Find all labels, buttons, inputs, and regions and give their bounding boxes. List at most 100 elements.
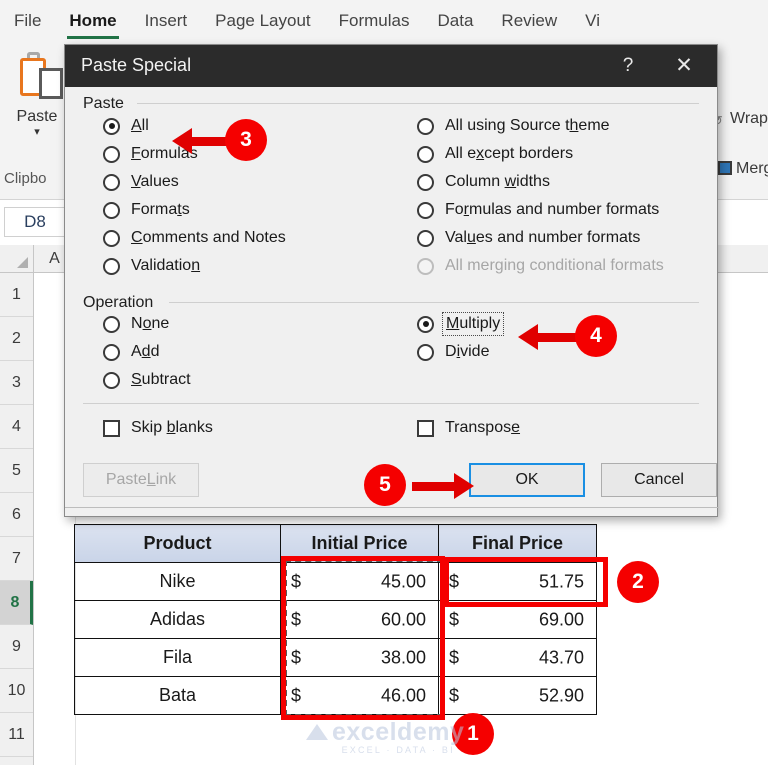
radio-option-values[interactable]: Values [103, 173, 179, 191]
checkbox-indicator [103, 419, 120, 437]
radio-indicator [103, 257, 120, 275]
ribbon-tab-bar: File Home Insert Page Layout Formulas Data Rev… [0, 0, 768, 42]
cell-product[interactable]: Fila [74, 638, 281, 677]
row-header-8[interactable]: 8 [0, 581, 33, 625]
annotation-badge-5: 5 [364, 464, 406, 506]
row-header-10[interactable]: 10 [0, 669, 33, 713]
clipboard-group-label: Clipbo [4, 170, 47, 187]
currency-symbol: $ [449, 685, 460, 705]
radio-option-label: Column widths [445, 173, 550, 190]
wrap-text-button[interactable]: ↺Wrap [712, 110, 768, 128]
clipboard-icon [8, 52, 66, 112]
radio-option-label: Values [131, 173, 179, 190]
paste-group-rule [137, 103, 699, 104]
annotation-badge-4: 4 [575, 315, 617, 357]
radio-option-formulas-and-number-formats[interactable]: Formulas and number formats [417, 201, 659, 219]
checkbox-label: Transpose [445, 419, 521, 436]
checkbox-transpose[interactable]: Transpose [417, 419, 520, 437]
radio-option-label: Divide [445, 343, 490, 360]
radio-indicator [417, 257, 434, 275]
help-icon[interactable]: ? [613, 53, 643, 79]
radio-option-divide[interactable]: Divide [417, 343, 489, 361]
ribbon-tab-home[interactable]: Home [55, 1, 130, 41]
ok-button[interactable]: OK [469, 463, 585, 497]
name-box[interactable]: D8 [4, 207, 66, 237]
radio-indicator [417, 229, 434, 247]
cell-final-price[interactable]: $52.90 [438, 676, 597, 715]
row-header-4[interactable]: 4 [0, 405, 33, 449]
radio-indicator [417, 117, 434, 135]
radio-indicator [103, 371, 120, 389]
ribbon-tab-insert[interactable]: Insert [131, 1, 202, 41]
row-header-9[interactable]: 9 [0, 625, 33, 669]
radio-indicator [103, 173, 120, 191]
radio-option-all-except-borders[interactable]: All except borders [417, 145, 573, 163]
paste-button[interactable]: Paste ▾ [8, 52, 66, 138]
merge-cells-label: Merg [736, 160, 768, 177]
row-header-column: 1 2 3 4 5 6 7 8 9 10 11 [0, 273, 34, 765]
operation-group-rule [169, 302, 699, 303]
ribbon-tab-formulas[interactable]: Formulas [325, 1, 424, 41]
annotation-arrow-5 [412, 473, 474, 499]
checkbox-section-rule [83, 403, 699, 404]
radio-option-label: Formulas and number formats [445, 201, 660, 218]
radio-indicator [103, 315, 120, 333]
radio-option-comments-and-notes[interactable]: Comments and Notes [103, 229, 286, 247]
select-all-corner-icon[interactable] [0, 245, 34, 273]
annotation-box-initial-price [281, 556, 445, 720]
row-header-7[interactable]: 7 [0, 537, 33, 581]
radio-option-label: Subtract [131, 371, 191, 388]
radio-indicator [103, 343, 120, 361]
annotation-box-final-price [444, 557, 608, 607]
radio-option-formats[interactable]: Formats [103, 201, 190, 219]
row-header-6[interactable]: 6 [0, 493, 33, 537]
dialog-titlebar: Paste Special ? ✕ [65, 45, 717, 87]
radio-option-add[interactable]: Add [103, 343, 159, 361]
ribbon-tab-file[interactable]: File [0, 1, 55, 41]
row-header-1[interactable]: 1 [0, 273, 33, 317]
ribbon-tab-page-layout[interactable]: Page Layout [201, 1, 324, 41]
ribbon-tab-review[interactable]: Review [487, 1, 571, 41]
row-header-11[interactable]: 11 [0, 713, 33, 757]
cancel-button[interactable]: Cancel [601, 463, 717, 497]
radio-option-column-widths[interactable]: Column widths [417, 173, 550, 191]
radio-indicator [103, 117, 120, 135]
checkbox-skip-blanks[interactable]: Skip blanks [103, 419, 213, 437]
radio-option-all-using-source-theme[interactable]: All using Source theme [417, 117, 610, 135]
cell-product[interactable]: Nike [74, 562, 281, 601]
radio-indicator [417, 201, 434, 219]
paste-special-dialog: Paste Special ? ✕ Paste All Formulas Value… [64, 44, 719, 517]
row-header-5[interactable]: 5 [0, 449, 33, 493]
radio-option-none[interactable]: None [103, 315, 169, 333]
radio-indicator [103, 201, 120, 219]
radio-option-validation[interactable]: Validation [103, 257, 200, 275]
ribbon-tab-data[interactable]: Data [424, 1, 488, 41]
button-section-rule [65, 507, 719, 508]
row-header-3[interactable]: 3 [0, 361, 33, 405]
radio-option-label: All except borders [445, 145, 574, 162]
radio-option-subtract[interactable]: Subtract [103, 371, 191, 389]
radio-indicator [417, 315, 434, 333]
radio-option-label: None [131, 315, 170, 332]
radio-option-multiply[interactable]: Multiply [417, 312, 505, 336]
radio-option-all[interactable]: All [103, 117, 149, 135]
radio-indicator [417, 145, 434, 163]
radio-option-label: All using Source theme [445, 117, 610, 134]
cell-product[interactable]: Bata [74, 676, 281, 715]
close-icon[interactable]: ✕ [669, 53, 699, 79]
radio-option-label: Comments and Notes [131, 229, 286, 246]
chevron-down-icon[interactable]: ▾ [8, 126, 66, 138]
radio-indicator [103, 145, 120, 163]
radio-option-label: All merging conditional formats [445, 257, 664, 274]
merge-cells-button[interactable]: Merg [718, 160, 768, 178]
dialog-body: Paste All Formulas Values Formats Comments a… [65, 87, 719, 517]
merge-cells-icon [718, 161, 732, 175]
radio-option-values-and-number-formats[interactable]: Values and number formats [417, 229, 640, 247]
dialog-title: Paste Special [81, 55, 192, 75]
cell-product[interactable]: Adidas [74, 600, 281, 639]
cell-final-price[interactable]: $43.70 [438, 638, 597, 677]
ribbon-tab-vi[interactable]: Vi [571, 1, 614, 41]
row-header-2[interactable]: 2 [0, 317, 33, 361]
paste-group-label: Paste [83, 95, 124, 112]
annotation-arrow-4 [518, 324, 578, 350]
